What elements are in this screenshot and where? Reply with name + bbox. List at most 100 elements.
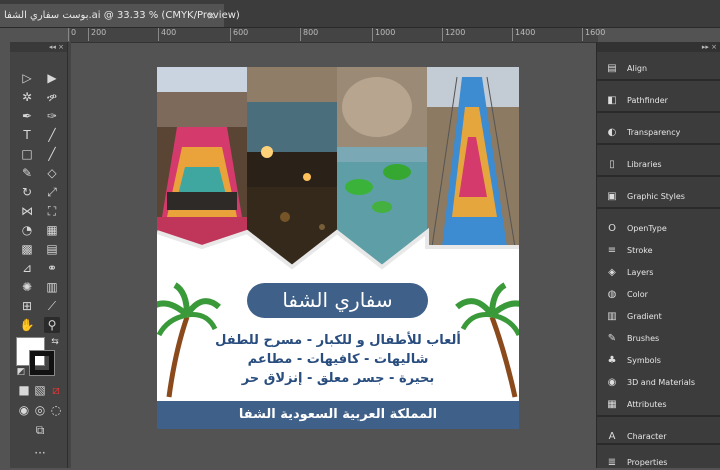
graphic-styles-icon: ▣ [607,191,617,202]
eyedropper-icon[interactable]: ⊿ [19,260,35,276]
pathfinder-icon: ◧ [607,95,617,106]
shape-builder-icon[interactable]: ◔ [19,222,35,238]
symbol-sprayer-icon[interactable]: ✺ [19,279,35,295]
rectangle-tool-icon[interactable]: □ [19,146,35,162]
stroke-swatch[interactable] [29,350,55,376]
screen-mode-icon[interactable]: ⧉ [32,422,48,438]
panel-item-label: OpenType [627,224,667,233]
selection-tool-icon[interactable]: ▷ [19,70,35,86]
mesh-tool-icon[interactable]: ▩ [19,241,35,257]
width-tool-icon[interactable]: ⋈ [19,203,35,219]
photo-night-lake [247,67,337,267]
opentype-icon: O [608,223,616,234]
ruler-tick: 1400 [512,28,535,41]
panel-separator [597,111,720,113]
perspective-grid-icon[interactable]: ▦ [44,222,60,238]
swap-fill-stroke-icon[interactable]: ⇆ [47,334,63,350]
pen-tool-icon[interactable]: ✒ [19,108,35,124]
ruler-tick: 0 [68,28,76,41]
eraser-icon[interactable]: ◇ [44,165,60,181]
panel-item-label: Symbols [627,356,661,365]
hand-tool-icon[interactable]: ✋ [19,317,35,333]
panel-item-label: Color [627,290,648,299]
direct-selection-tool-icon[interactable]: ▶ [44,70,60,86]
magic-wand-icon[interactable]: ✲ [19,89,35,105]
rotate-tool-icon[interactable]: ↻ [19,184,35,200]
zoom-tool-icon[interactable]: ⚲ [44,317,60,333]
artboard-tool-icon[interactable]: ⊞ [19,298,35,314]
panel-item-label: Gradient [627,312,662,321]
default-colors-icon[interactable]: ◩ [13,364,29,380]
gradient-icon: ▥ [607,311,617,322]
document-tab-bar: بوست سفاري الشفا.ai @ 33.33 % (CMYK/Prev… [0,0,720,28]
type-tool-icon[interactable]: T [19,127,35,143]
tools-panel: ◂◂ × ▷ ▶ ✲ ዏ ✒ ✑ T ╱ □ ╱ ✎ ◇ ↻ ⤢ ⋈ ⛶ ◔ ▦… [10,42,68,468]
panel-item-label: Transparency [627,128,681,137]
ruler-tick: 400 [158,28,176,41]
panel-item-label: Character [627,432,667,441]
panel-separator [597,175,720,177]
none-mode-icon[interactable]: ⧄ [48,382,64,398]
document-tab[interactable]: بوست سفاري الشفا.ai @ 33.33 % (CMYK/Prev… [0,4,240,27]
3d-materials-icon: ◉ [607,377,617,388]
slice-tool-icon[interactable]: ⟋ [44,298,60,314]
layers-icon: ◈ [608,267,616,278]
edit-toolbar-icon[interactable]: ··· [32,445,48,461]
panel-item-label: Brushes [627,334,660,343]
panel-separator [597,207,720,209]
shaper-tool-icon[interactable]: ✎ [19,165,35,181]
brushes-icon: ✎ [607,333,617,344]
photo-colorful-steps [157,67,247,247]
close-tab-icon[interactable]: × [207,4,216,27]
panel-item-label: Layers [627,268,654,277]
character-icon: A [608,431,616,442]
panel-item-label: Align [627,64,648,73]
line-tool-icon[interactable]: ╱ [44,127,60,143]
free-transform-icon[interactable]: ⛶ [44,203,60,219]
panel-dock: ▸▸ × ▤ Align ◧ Pathfinder ◐ Transparency ▯ Libr… [596,42,720,468]
poster-line-3: بحيرة - جسر معلق - إنزلاق حر [241,371,435,386]
libraries-icon: ▯ [609,159,615,170]
poster-line-1: ألعاب للأطفال و للكبار - مسرح للطفل [215,333,461,348]
color-mode-icon[interactable]: ■ [16,382,32,398]
draw-behind-icon[interactable]: ◎ [32,402,48,418]
gradient-mode-icon[interactable]: ▧ [32,382,48,398]
panel-item-label: Attributes [627,400,667,409]
panel-item-label: Pathfinder [627,96,668,105]
curvature-tool-icon[interactable]: ✑ [44,108,60,124]
ruler-tick: 1600 [582,28,605,41]
paintbrush-icon[interactable]: ╱ [44,146,60,162]
panel-item-label: 3D and Materials [627,378,696,387]
photo-suspension-bridge [427,67,519,247]
symbols-icon: ♣ [607,355,617,366]
lasso-icon[interactable]: ዏ [44,89,60,105]
column-graph-icon[interactable]: ▥ [44,279,60,295]
stroke-icon: ≡ [607,245,617,256]
poster-line-2: شاليهات - كافيهات - مطاعم [247,352,429,367]
panel-item-label: Stroke [627,246,653,255]
horizontal-ruler[interactable]: 0 200 400 600 800 1000 1200 1400 1600 [68,28,605,43]
scale-tool-icon[interactable]: ⤢ [44,184,60,200]
panel-item-label: Graphic Styles [627,192,685,201]
tools-panel-header[interactable]: ◂◂ × [10,42,67,52]
panel-separator [597,79,720,81]
document-tab-title: بوست سفاري الشفا.ai @ 33.33 % (CMYK/Prev… [4,10,240,21]
draw-normal-icon[interactable]: ◉ [16,402,32,418]
align-icon: ▤ [607,63,617,74]
ruler-tick: 1200 [442,28,465,41]
panel-separator [597,415,720,417]
gradient-tool-icon[interactable]: ▤ [44,241,60,257]
attributes-icon: ▦ [607,399,617,410]
draw-inside-icon[interactable]: ◌ [48,402,64,418]
ruler-tick: 200 [88,28,106,41]
transparency-icon: ◐ [607,127,617,138]
photo-paddle-boats [337,67,427,267]
blend-tool-icon[interactable]: ⚭ [44,260,60,276]
artboard[interactable]: سفاري الشفا ألعاب للأطفال و للكبار - مسر… [157,67,519,429]
ruler-tick: 1000 [372,28,395,41]
poster-footer: المملكة العربية السعودية الشفا [157,401,519,429]
ruler-tick: 600 [230,28,248,41]
panel-dock-header[interactable]: ▸▸ × [597,42,720,52]
panel-item-label: Libraries [627,160,662,169]
color-icon: ◍ [607,289,617,300]
